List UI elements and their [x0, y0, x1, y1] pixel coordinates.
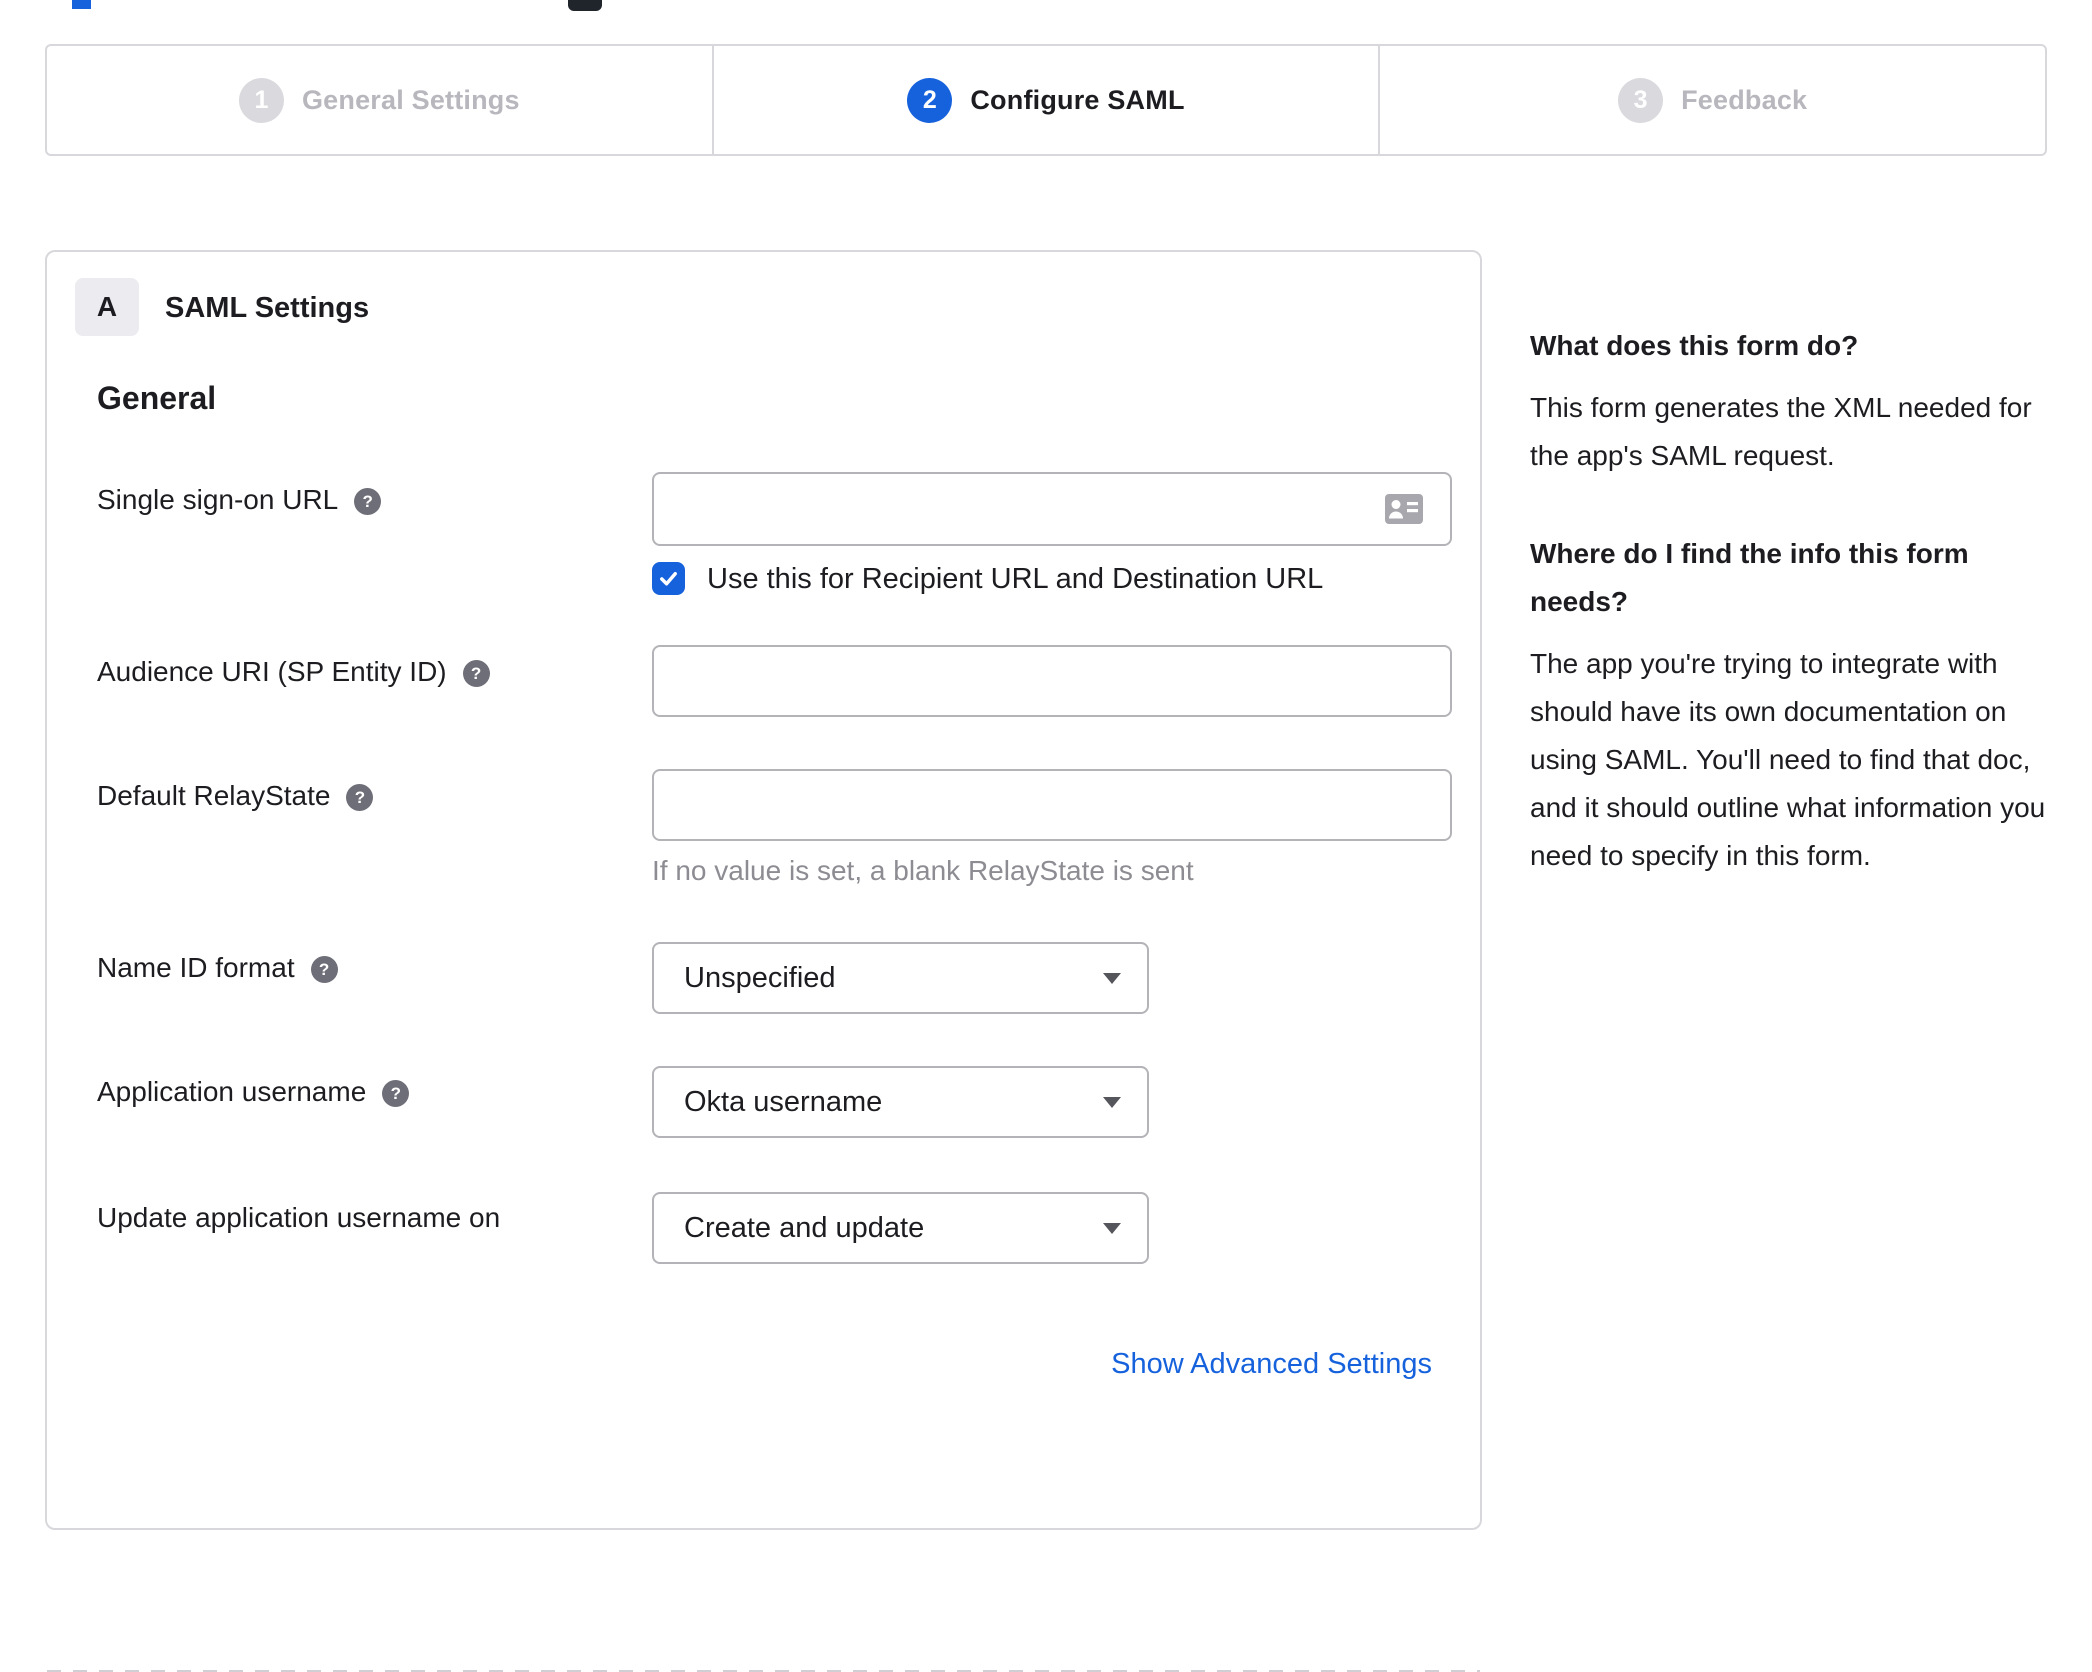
sidebar-paragraph-where: The app you're trying to integrate with …	[1530, 648, 2046, 871]
chevron-down-icon	[1103, 1097, 1121, 1108]
audience-uri-input[interactable]	[652, 645, 1452, 717]
wizard-stepper: 1 General Settings 2 Configure SAML 3 Fe…	[45, 44, 2047, 156]
update-username-select[interactable]: Create and update	[652, 1192, 1149, 1264]
sso-url-input[interactable]	[652, 472, 1452, 546]
contact-card-icon	[1385, 494, 1423, 524]
help-icon[interactable]: ?	[346, 784, 374, 811]
application-username-value: Okta username	[684, 1086, 883, 1118]
name-id-format-select[interactable]: Unspecified	[652, 942, 1149, 1014]
show-advanced-settings-link[interactable]: Show Advanced Settings	[1111, 1348, 1432, 1381]
application-username-select[interactable]: Okta username	[652, 1066, 1149, 1138]
step-3-number-badge: 3	[1618, 77, 1664, 123]
relay-state-label: Default RelayState?	[97, 780, 374, 812]
cutoff-dark-fragment	[568, 0, 602, 11]
chevron-down-icon	[1103, 973, 1121, 984]
step-2-number-badge: 2	[907, 77, 953, 123]
sidebar-paragraph-what: This form generates the XML needed for t…	[1530, 392, 2032, 471]
application-username-label: Application username?	[97, 1076, 410, 1108]
audience-uri-label: Audience URI (SP Entity ID)?	[97, 656, 490, 688]
step-3-label: Feedback	[1681, 84, 1808, 115]
step-1-number-badge: 1	[238, 77, 284, 123]
recipient-url-checkbox[interactable]	[652, 562, 685, 595]
recipient-url-checkbox-label: Use this for Recipient URL and Destinati…	[707, 563, 1324, 595]
step-1-label: General Settings	[301, 84, 520, 115]
relay-state-hint: If no value is set, a blank RelayState i…	[652, 855, 1194, 886]
cutoff-blue-fragment	[72, 0, 91, 9]
update-username-label: Update application username on	[97, 1202, 501, 1233]
update-username-value: Create and update	[684, 1212, 925, 1244]
name-id-format-value: Unspecified	[684, 962, 836, 994]
general-heading: General	[97, 380, 217, 416]
name-id-format-label: Name ID format?	[97, 952, 338, 984]
sso-url-label: Single sign-on URL?	[97, 484, 382, 516]
help-sidebar: What does this form do? This form genera…	[1530, 322, 2050, 930]
step-general-settings[interactable]: 1 General Settings	[47, 46, 712, 154]
step-configure-saml[interactable]: 2 Configure SAML	[711, 46, 1379, 154]
step-feedback[interactable]: 3 Feedback	[1378, 46, 2045, 154]
help-icon[interactable]: ?	[462, 660, 490, 687]
chevron-down-icon	[1103, 1223, 1121, 1234]
relay-state-input[interactable]	[652, 769, 1452, 841]
help-icon[interactable]: ?	[382, 1080, 410, 1107]
step-2-label: Configure SAML	[970, 84, 1185, 115]
sidebar-heading-where: Where do I find the info this form needs…	[1530, 538, 1969, 617]
sidebar-heading-what: What does this form do?	[1530, 330, 1859, 361]
help-icon[interactable]: ?	[354, 488, 382, 515]
saml-settings-panel: A SAML Settings General Single sign-on U…	[45, 250, 1482, 1672]
section-title: SAML Settings	[165, 292, 370, 324]
section-badge: A	[75, 278, 139, 336]
checkmark-icon	[660, 571, 677, 586]
help-icon[interactable]: ?	[310, 956, 338, 983]
